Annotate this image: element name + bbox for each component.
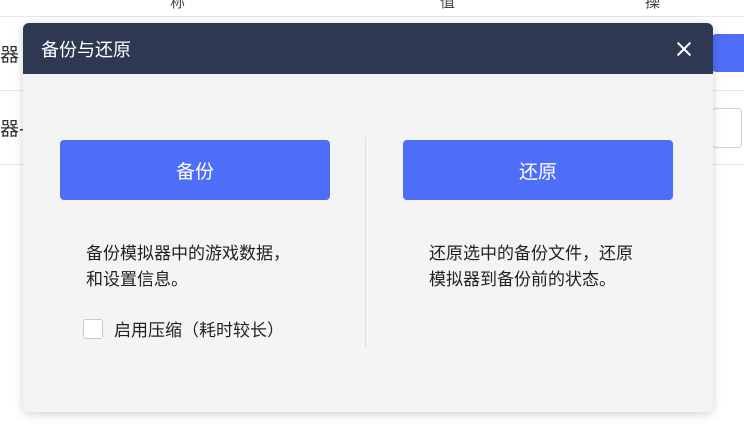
background-primary-button [712,34,744,72]
backup-description-line: 和设置信息。 [86,270,188,290]
backup-description: 备份模拟器中的游戏数据， 和设置信息。 [86,241,336,293]
dialog-title: 备份与还原 [41,39,131,61]
background-header-cell: 操 [645,0,661,11]
restore-description: 还原选中的备份文件，还原 模拟器到备份前的状态。 [429,241,679,293]
backup-button[interactable]: 备份 [60,140,330,200]
enable-compression-label: 启用压缩（耗时较长） [114,321,284,341]
column-divider [365,137,366,347]
backup-restore-dialog: 备份与还原 备份 还原 备份模拟器中的游戏数据， 和设置信息。 还原选中的备份文… [23,23,713,412]
dialog-titlebar: 备份与还原 [23,23,713,74]
background-table-header: 称 值 操 [0,0,744,17]
background-header-cell: 称 [170,0,186,11]
background-row-text: 器 [0,44,20,66]
close-icon[interactable] [673,38,695,60]
restore-description-line: 还原选中的备份文件，还原 [429,244,633,264]
enable-compression-option[interactable]: 启用压缩（耗时较长） [83,316,284,341]
restore-button[interactable]: 还原 [403,140,673,200]
restore-description-line: 模拟器到备份前的状态。 [429,270,616,290]
enable-compression-checkbox[interactable] [83,318,103,339]
background-header-cell: 值 [440,0,456,11]
background-secondary-button [712,108,742,148]
backup-description-line: 备份模拟器中的游戏数据， [86,244,290,264]
